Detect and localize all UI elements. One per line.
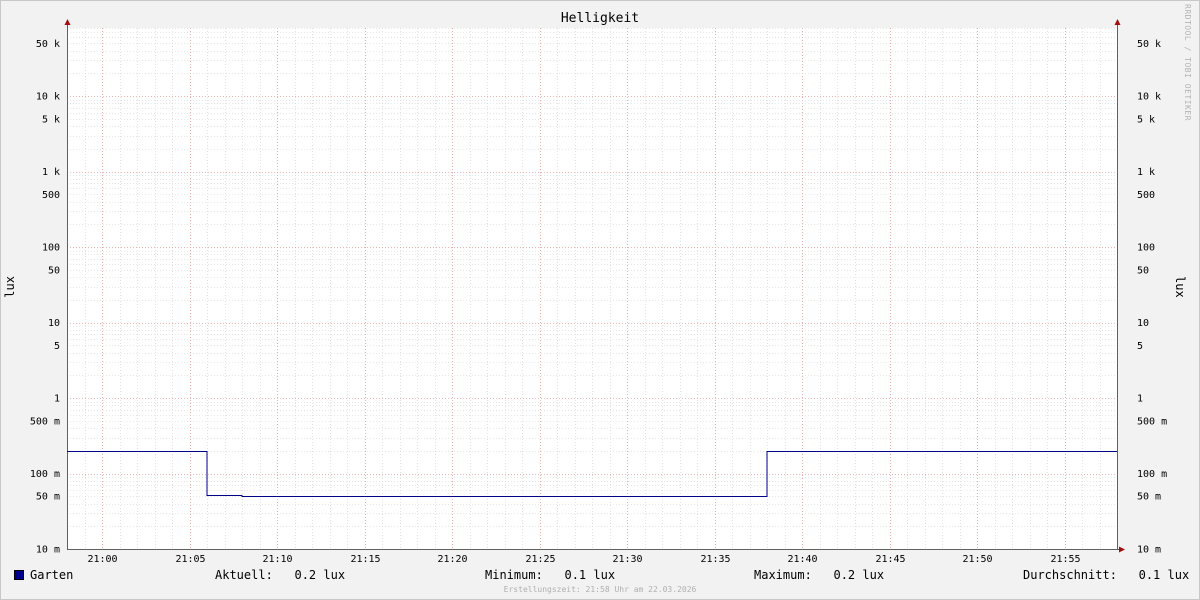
- y-axis-label-left: lux: [3, 276, 17, 298]
- legend-swatch-garten: [14, 570, 24, 580]
- y-tick-label-right: 100: [1137, 243, 1155, 254]
- legend-series-name: Garten: [30, 568, 74, 582]
- x-tick-label: 21:35: [700, 554, 730, 565]
- y-tick-label-right: 10: [1137, 318, 1149, 329]
- legend-current: Aktuell: 0.2 lux: [215, 568, 346, 582]
- y-tick-label-right: 100 m: [1137, 469, 1167, 480]
- x-tick-label: 21:05: [175, 554, 205, 565]
- x-tick-label: 21:45: [875, 554, 905, 565]
- creation-time-footer: Erstellungszeit: 21:58 Uhr am 22.03.2026: [503, 585, 697, 594]
- y-tick-label-right: 10 m: [1137, 545, 1161, 556]
- x-tick-label: 21:20: [437, 554, 467, 565]
- x-tick-label: 21:55: [1050, 554, 1080, 565]
- x-tick-label: 21:25: [525, 554, 555, 565]
- x-tick-label: 21:30: [612, 554, 642, 565]
- y-tick-label-left: 10 m: [36, 545, 60, 556]
- plot-area: [67, 28, 1117, 549]
- y-tick-label-right: 50 k: [1137, 39, 1161, 50]
- y-tick-label-right: 10 k: [1137, 92, 1161, 103]
- x-tick-label: 21:15: [350, 554, 380, 565]
- y-tick-label-right: 1: [1137, 394, 1143, 405]
- y-tick-label-right: 5 k: [1137, 114, 1155, 125]
- chart-canvas: 21:00 21:05 21:10 21:15 21:20 21:25 21:30 21:35…: [30, 19, 1167, 565]
- y-tick-label-left: 100: [42, 243, 60, 254]
- chart-title: Helligkeit: [560, 11, 640, 26]
- y-tick-label-left: 5 k: [42, 114, 60, 125]
- y-tick-label-left: 1: [54, 394, 60, 405]
- y-tick-label-right: 1 k: [1137, 167, 1155, 178]
- y-tick-label-left: 50 m: [36, 492, 60, 503]
- y-tick-label-right: 500: [1137, 190, 1155, 201]
- y-tick-label-left: 50 k: [36, 39, 60, 50]
- legend-average: Durchschnitt: 0.1 lux: [1023, 568, 1190, 582]
- y-tick-label-right: 50: [1137, 265, 1149, 276]
- x-axis-arrow: [1119, 546, 1125, 553]
- y-tick-label-left: 5: [54, 341, 60, 352]
- y-tick-label-left: 10 k: [36, 92, 60, 103]
- y-tick-label-right: 5: [1137, 341, 1143, 352]
- rrdtool-watermark: RRDTOOL / TOBI OETIKER: [1183, 4, 1192, 121]
- x-tick-label: 21:40: [787, 554, 817, 565]
- y-tick-label-left: 1 k: [42, 167, 60, 178]
- legend-minimum: Minimum: 0.1 lux: [485, 568, 616, 582]
- y-tick-label-right: 500 m: [1137, 416, 1167, 427]
- y-axis-label-right: lux: [1173, 276, 1187, 298]
- y-tick-label-left: 100 m: [30, 469, 60, 480]
- x-tick-label: 21:50: [962, 554, 992, 565]
- y-tick-label-left: 500: [42, 190, 60, 201]
- y-tick-label-right: 50 m: [1137, 492, 1161, 503]
- y-tick-label-left: 500 m: [30, 416, 60, 427]
- y-tick-label-left: 10: [48, 318, 60, 329]
- y-tick-label-left: 50: [48, 265, 60, 276]
- legend-maximum: Maximum: 0.2 lux: [754, 568, 885, 582]
- x-tick-label: 21:10: [262, 554, 292, 565]
- x-tick-label: 21:00: [87, 554, 117, 565]
